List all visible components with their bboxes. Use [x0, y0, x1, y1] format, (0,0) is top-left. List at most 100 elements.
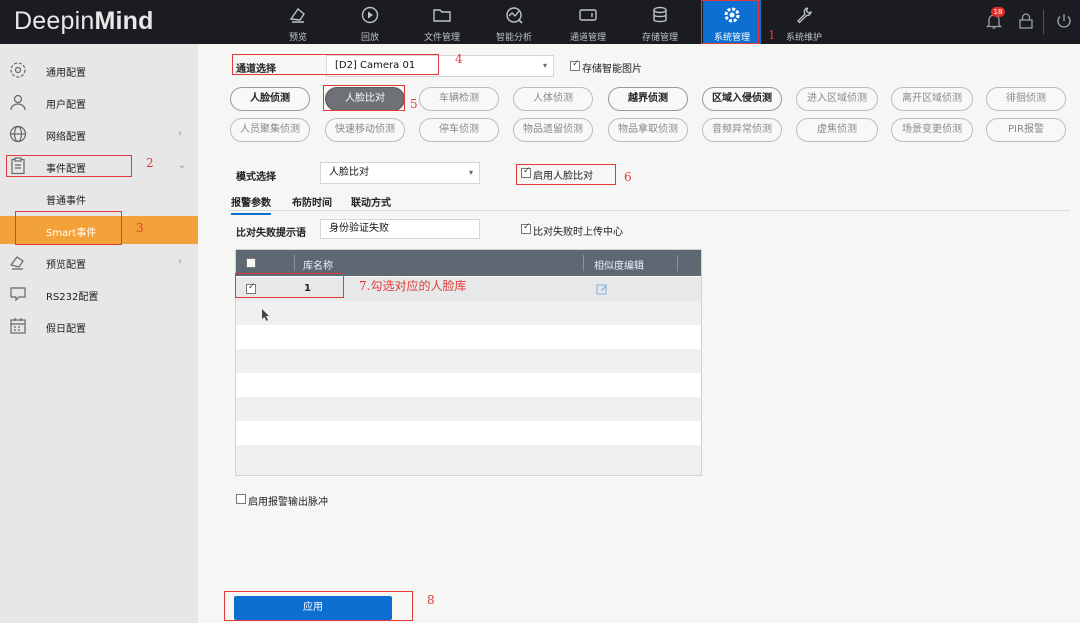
wrench-icon	[797, 7, 812, 24]
power-icon[interactable]	[1055, 12, 1073, 30]
top-navigation-bar: DeepinMind 预览 回放 文件管理 智能分析 通道管理 存储管理 系统管…	[0, 0, 1080, 44]
column-separator	[677, 255, 678, 271]
nav-playback-label: 回放	[360, 33, 379, 43]
people-gathering-button[interactable]: 人员聚集侦测	[230, 118, 310, 142]
annotation-number-5: 5	[410, 97, 418, 111]
alarm-pulse-checkbox[interactable]	[236, 494, 246, 504]
annotation-number-8: 8	[427, 593, 435, 607]
tab-linkage-method[interactable]: 联动方式	[351, 194, 391, 209]
intrusion-detection-button[interactable]: 区域入侵侦测	[702, 87, 782, 111]
annotation-box-8	[224, 591, 413, 621]
select-all-checkbox[interactable]	[246, 258, 256, 268]
mode-select-label: 模式选择	[236, 172, 276, 183]
alert-count-badge: 18	[991, 7, 1005, 17]
table-row	[236, 349, 701, 373]
region-exit-button[interactable]: 离开区域侦测	[891, 87, 973, 111]
fast-moving-button[interactable]: 快速移动侦测	[325, 118, 405, 142]
annotation-box-1	[701, 0, 759, 44]
sidebar-item-label: 通用配置	[46, 68, 86, 79]
scene-change-button[interactable]: 场景变更侦测	[891, 118, 973, 142]
region-entrance-button[interactable]: 进入区域侦测	[796, 87, 878, 111]
table-row	[236, 373, 701, 397]
sidebar: 通用配置 用户配置 网络配置 › 事件配置 ⌄ 普通事件 Smart事件 预览配…	[0, 44, 198, 623]
sidebar-item-label: RS232配置	[46, 292, 99, 303]
edit-icon[interactable]	[596, 283, 608, 295]
table-row	[236, 397, 701, 421]
nav-system-maintenance[interactable]: 系统维护	[775, 0, 833, 44]
alarm-pulse-label: 启用报警输出脉冲	[248, 497, 328, 508]
gear-outline-icon	[10, 62, 26, 78]
sidebar-item-network[interactable]: 网络配置 ›	[0, 118, 198, 150]
save-smart-image-checkbox[interactable]	[570, 59, 580, 71]
fail-prompt-label: 比对失败提示语	[236, 228, 306, 239]
sidebar-item-preview[interactable]: 预览配置 ›	[0, 246, 198, 278]
chevron-down-icon: ▾	[542, 61, 547, 70]
sidebar-item-holiday[interactable]: 假日配置	[0, 310, 198, 342]
annotation-box-6	[516, 164, 616, 185]
table-row	[236, 301, 701, 325]
annotation-text-7: 7.勾选对应的人脸库	[359, 279, 467, 293]
upload-on-fail-label: 比对失败时上传中心	[533, 227, 623, 238]
sidebar-subitem-label: 普通事件	[46, 196, 86, 207]
human-detection-button[interactable]: 人体侦测	[513, 87, 593, 111]
nav-playback[interactable]: 回放	[341, 0, 399, 44]
mouse-cursor-icon	[262, 309, 269, 321]
nav-system-maintenance-label: 系统维护	[785, 33, 822, 43]
fail-prompt-value: 身份验证失败	[329, 223, 389, 234]
preview-icon	[289, 7, 305, 23]
chevron-down-icon: ▾	[468, 168, 473, 177]
nav-file-management[interactable]: 文件管理	[413, 0, 471, 44]
parking-detection-button[interactable]: 停车侦测	[419, 118, 499, 142]
column-separator	[583, 255, 584, 271]
channel-icon	[579, 9, 597, 21]
sidebar-subitem-normal-event[interactable]: 普通事件	[0, 184, 198, 212]
sidebar-item-general[interactable]: 通用配置	[0, 54, 198, 86]
defocus-detection-button[interactable]: 虚焦侦测	[796, 118, 878, 142]
nav-smart-analysis[interactable]: 智能分析	[485, 0, 543, 44]
unattended-baggage-button[interactable]: 物品遗留侦测	[513, 118, 593, 142]
user-icon	[10, 94, 26, 111]
table-row	[236, 325, 701, 349]
annotation-number-6: 6	[624, 170, 632, 184]
tab-alarm-params[interactable]: 报警参数	[231, 194, 271, 215]
mode-select[interactable]: 人脸比对 ▾	[320, 162, 480, 184]
topbar-divider	[1043, 10, 1044, 34]
camera-icon	[9, 256, 24, 270]
annotation-box-5	[323, 85, 405, 111]
upload-on-fail-checkbox[interactable]	[521, 222, 531, 234]
table-row	[236, 445, 701, 475]
pir-alarm-button[interactable]: PIR报警	[986, 118, 1066, 142]
save-smart-image-label: 存储智能图片	[582, 64, 642, 75]
calendar-icon	[10, 318, 26, 334]
annotation-number-3: 3	[136, 221, 144, 235]
audio-exception-button[interactable]: 音频异常侦测	[702, 118, 782, 142]
column-header-library-name: 库名称	[303, 261, 333, 272]
chevron-down-icon: ⌄	[178, 160, 187, 171]
sidebar-item-rs232[interactable]: RS232配置	[0, 278, 198, 310]
lock-icon[interactable]	[1017, 12, 1035, 30]
chat-icon	[10, 287, 26, 302]
app-logo: DeepinMind	[14, 7, 154, 35]
tab-arming-schedule[interactable]: 布防时间	[292, 194, 332, 209]
chevron-right-icon: ›	[178, 256, 182, 267]
annotation-number-1: 1	[768, 28, 776, 42]
mode-select-value: 人脸比对	[329, 167, 369, 178]
vehicle-detection-button[interactable]: 车辆检测	[419, 87, 499, 111]
sidebar-item-label: 假日配置	[46, 324, 86, 335]
nav-preview[interactable]: 预览	[269, 0, 327, 44]
nav-storage-management-label: 存储管理	[641, 33, 678, 43]
annotation-box-7	[235, 273, 344, 298]
storage-icon	[653, 6, 667, 23]
nav-storage-management[interactable]: 存储管理	[631, 0, 689, 44]
sidebar-item-user[interactable]: 用户配置	[0, 86, 198, 118]
face-detection-button[interactable]: 人脸侦测	[230, 87, 310, 111]
fail-prompt-input[interactable]: 身份验证失败	[320, 219, 480, 239]
nav-channel-management[interactable]: 通道管理	[559, 0, 617, 44]
object-removal-button[interactable]: 物品拿取侦测	[608, 118, 688, 142]
playback-icon	[361, 6, 379, 24]
annotation-box-3	[15, 211, 122, 245]
column-separator	[294, 255, 295, 271]
annotation-number-2: 2	[146, 156, 154, 170]
line-crossing-button[interactable]: 越界侦测	[608, 87, 688, 111]
loitering-detection-button[interactable]: 徘徊侦测	[986, 87, 1066, 111]
